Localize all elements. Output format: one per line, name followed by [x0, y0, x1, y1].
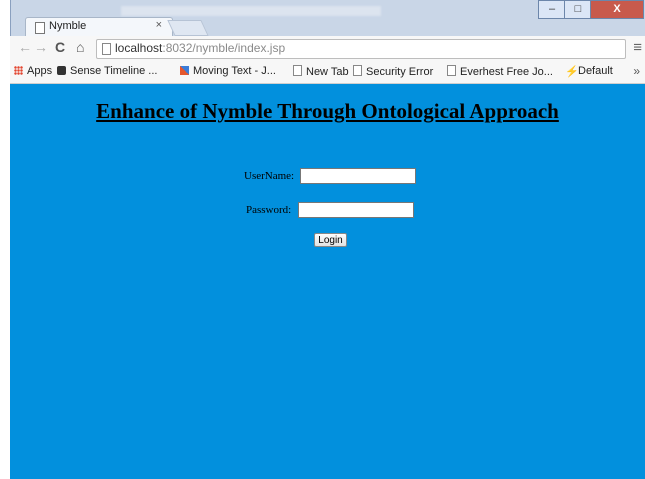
url-host: localhost — [115, 41, 163, 55]
bookmark-security-error[interactable]: Security Error — [353, 65, 433, 78]
close-window-button[interactable]: X — [590, 0, 644, 19]
bookmark-sense-timeline[interactable]: Sense Timeline ... — [57, 65, 157, 77]
menu-icon[interactable]: ≡ — [633, 39, 642, 56]
new-tab-button[interactable] — [167, 20, 209, 36]
username-input[interactable] — [300, 168, 416, 184]
forward-icon[interactable]: → — [34, 39, 48, 55]
home-icon[interactable]: ⌂ — [76, 39, 84, 55]
login-button[interactable]: Login — [314, 233, 347, 247]
browser-window: ng Nymble × – □ X ← → C ⌂ localhost:8032… — [0, 0, 645, 479]
username-label: UserName: — [244, 170, 295, 182]
page-content: Enhance of Nymble Through Ontological Ap… — [10, 84, 645, 479]
minimize-button[interactable]: – — [538, 0, 566, 19]
page-icon — [353, 65, 362, 76]
bookmark-moving-text[interactable]: Moving Text - J... — [180, 65, 276, 77]
bookmarks-overflow-icon[interactable]: » — [633, 64, 640, 78]
bookmarks-bar: Apps Sense Timeline ... Moving Text - J.… — [10, 62, 645, 84]
tab-title: Nymble — [49, 20, 87, 32]
page-title: Enhance of Nymble Through Ontological Ap… — [96, 99, 559, 123]
default-icon: ⚡ — [565, 66, 579, 78]
tab-close-icon[interactable]: × — [156, 19, 162, 31]
apps-icon — [14, 66, 23, 75]
maximize-button[interactable]: □ — [564, 0, 592, 19]
bookmark-apps[interactable]: Apps — [14, 65, 52, 77]
url-path: :8032/nymble/index.jsp — [162, 41, 286, 55]
bookmark-new-tab[interactable]: New Tab — [293, 65, 349, 78]
moving-text-icon — [180, 66, 189, 75]
reload-icon[interactable]: C — [55, 39, 65, 55]
back-icon[interactable]: ← — [18, 39, 32, 55]
page-icon — [447, 65, 456, 76]
background-window-blur — [121, 6, 381, 16]
bookmark-default[interactable]: ⚡Default — [565, 65, 613, 78]
page-icon — [102, 43, 111, 55]
url-text: localhost:8032/nymble/index.jsp — [115, 41, 285, 55]
bookmark-everhest[interactable]: Everhest Free Jo... — [447, 65, 553, 78]
sense-icon — [57, 66, 66, 75]
page-icon — [35, 22, 45, 34]
tab-nymble[interactable]: Nymble × — [25, 17, 173, 37]
password-input[interactable] — [298, 202, 414, 218]
page-icon — [293, 65, 302, 76]
password-label: Password: — [246, 204, 292, 216]
title-bar: Nymble × – □ X — [10, 0, 645, 37]
browser-toolbar: ← → C ⌂ localhost:8032/nymble/index.jsp … — [10, 36, 645, 63]
address-bar[interactable]: localhost:8032/nymble/index.jsp — [96, 39, 626, 59]
